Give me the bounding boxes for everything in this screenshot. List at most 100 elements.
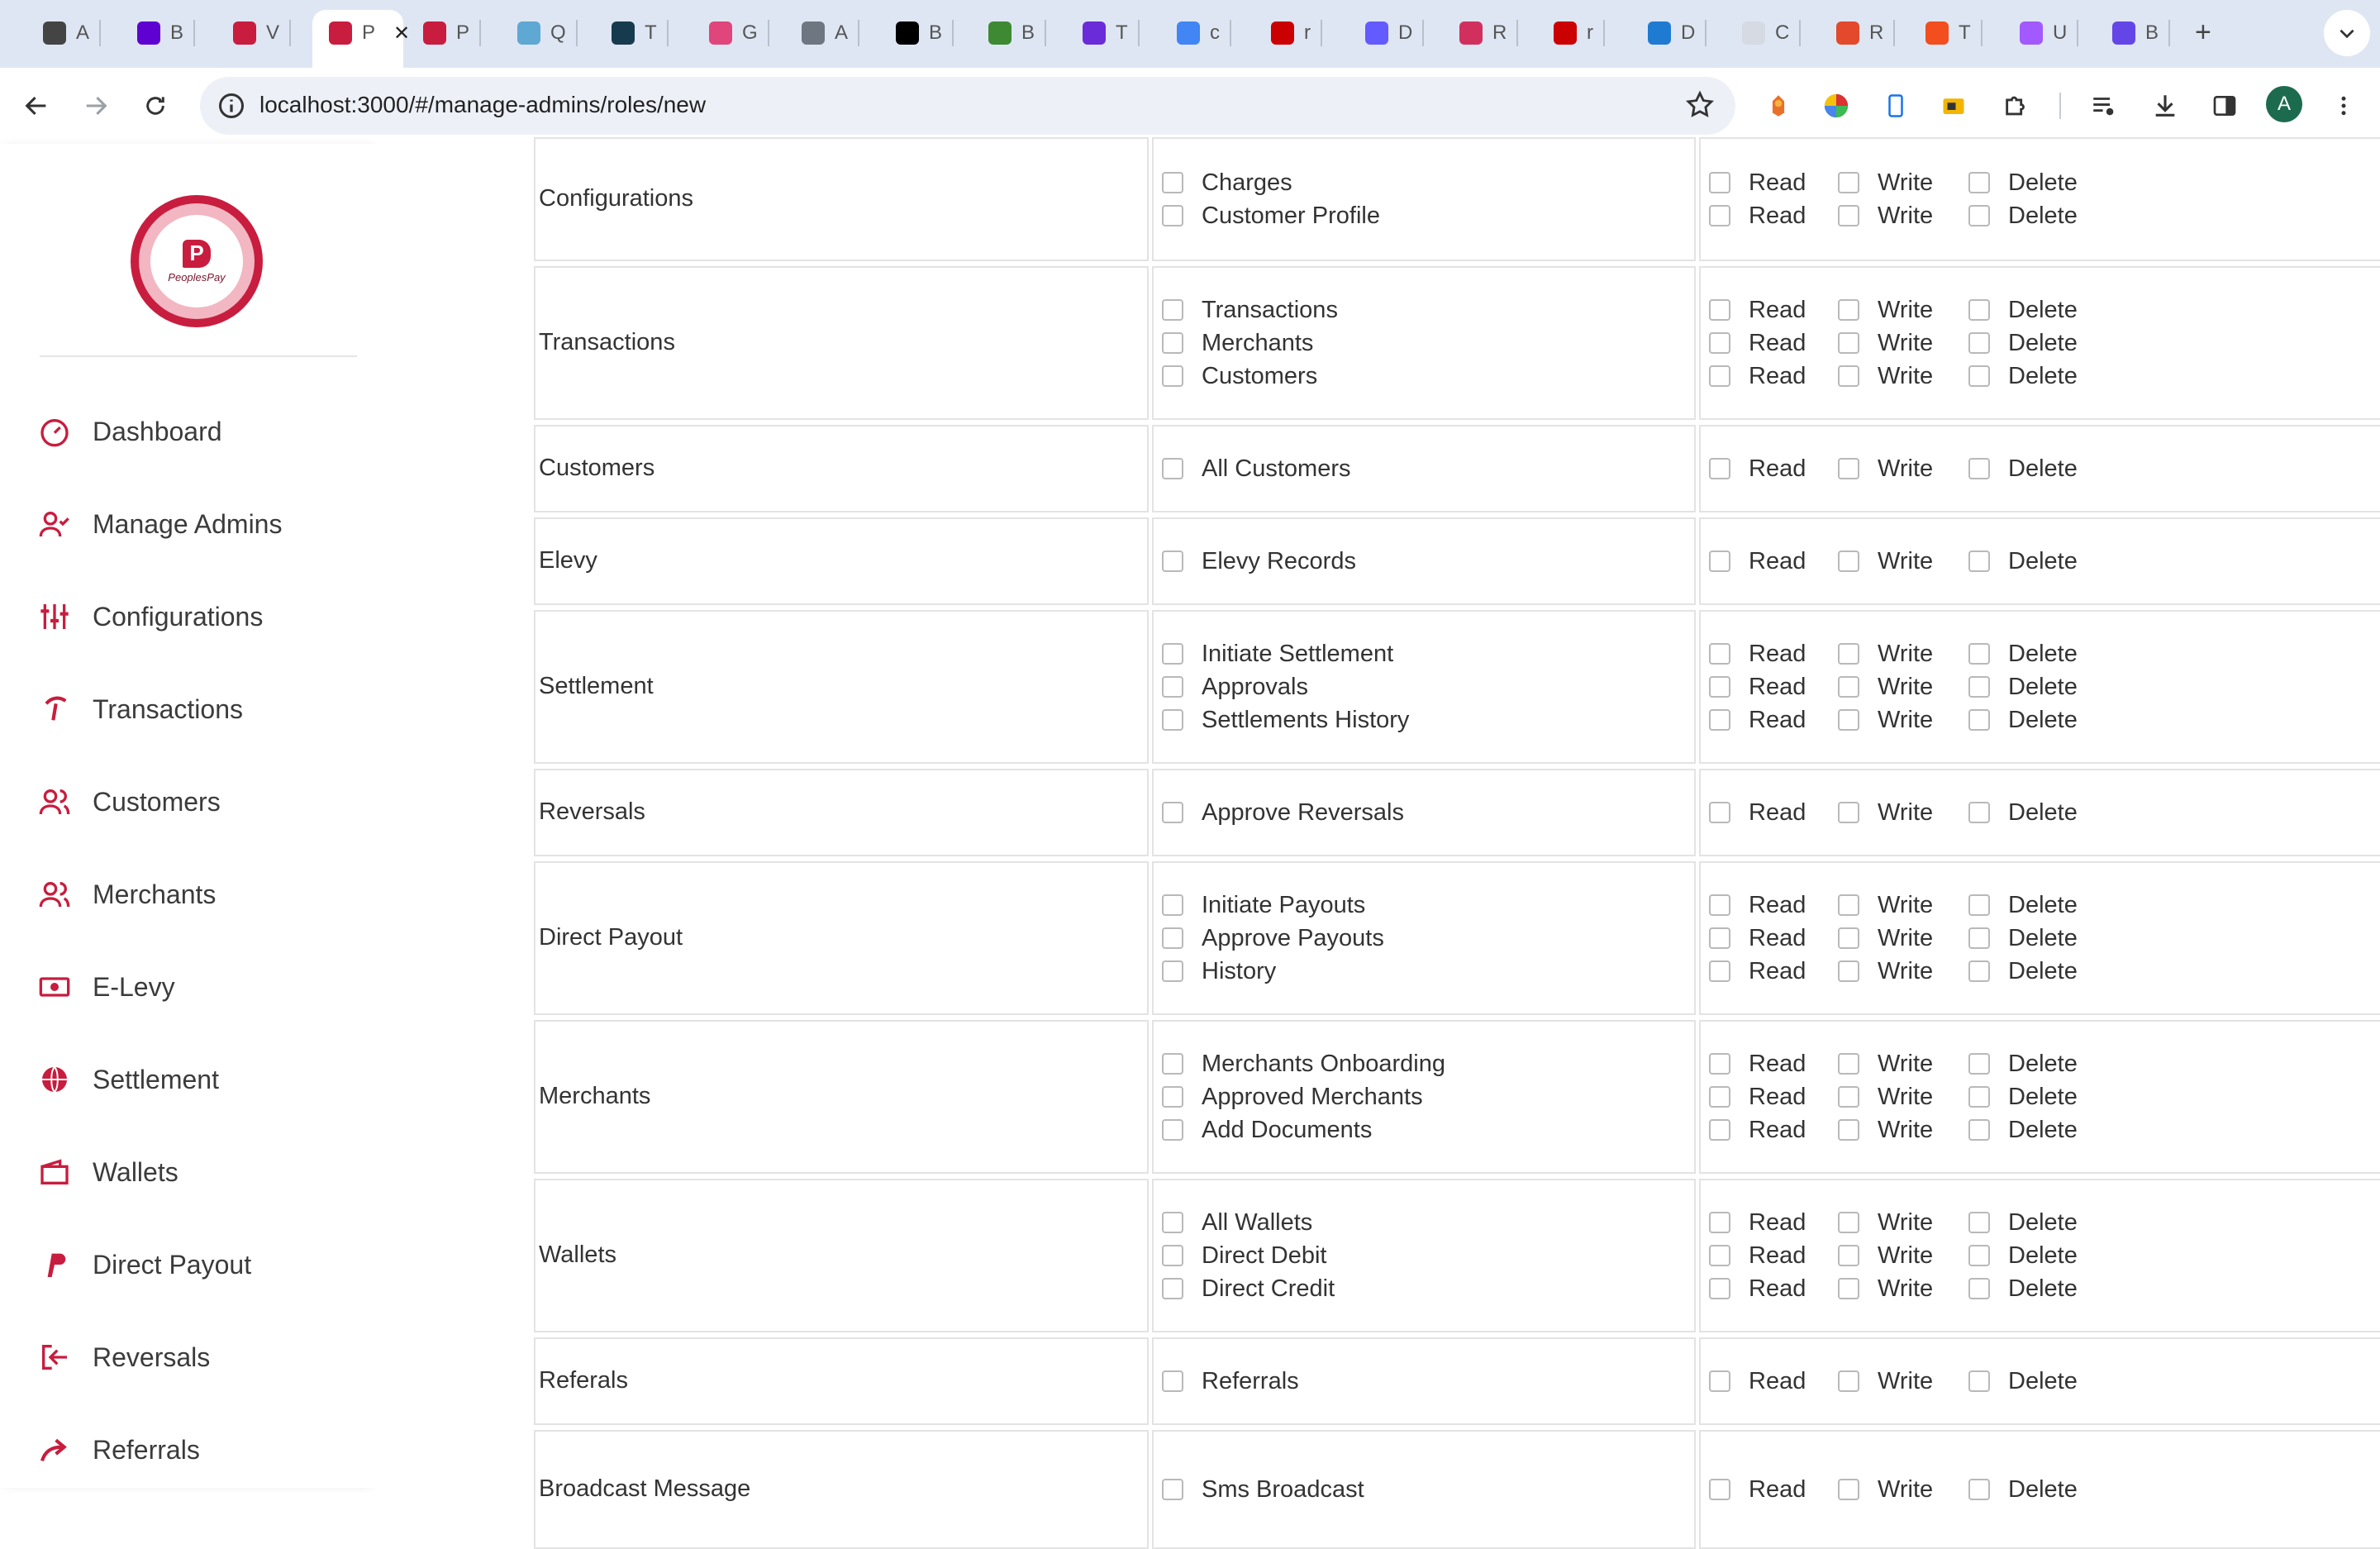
delete-permission-option[interactable]: Delete [1968, 199, 2078, 232]
delete-checkbox[interactable] [1968, 709, 1990, 731]
read-permission-option[interactable]: Read [1709, 1206, 1806, 1239]
delete-checkbox[interactable] [1968, 1245, 1990, 1266]
delete-permission-option[interactable]: Delete [1968, 922, 2078, 955]
submodule-option[interactable]: Customers [1162, 360, 1317, 393]
delete-permission-option[interactable]: Delete [1968, 1080, 2078, 1113]
write-permission-option[interactable]: Write [1838, 670, 1933, 703]
submodule-checkbox[interactable] [1162, 1479, 1183, 1500]
submodule-checkbox[interactable] [1162, 299, 1183, 321]
read-permission-option[interactable]: Read [1709, 670, 1806, 703]
browser-tab[interactable]: P [423, 18, 482, 48]
read-permission-option[interactable]: Read [1709, 637, 1806, 670]
read-checkbox[interactable] [1709, 709, 1730, 731]
read-checkbox[interactable] [1709, 1245, 1730, 1266]
delete-checkbox[interactable] [1968, 676, 1990, 698]
submodule-option[interactable]: Customer Profile [1162, 199, 1380, 232]
write-checkbox[interactable] [1838, 1479, 1859, 1500]
submodule-option[interactable]: History [1162, 955, 1276, 988]
browser-tab[interactable]: U [2020, 18, 2079, 48]
submodule-option[interactable]: Direct Debit [1162, 1239, 1327, 1272]
delete-checkbox[interactable] [1968, 1212, 1990, 1233]
write-checkbox[interactable] [1838, 365, 1859, 387]
submodule-checkbox[interactable] [1162, 458, 1183, 479]
submodule-option[interactable]: Approved Merchants [1162, 1080, 1423, 1113]
write-checkbox[interactable] [1838, 960, 1859, 982]
submodule-option[interactable]: Approvals [1162, 670, 1308, 703]
read-checkbox[interactable] [1709, 1053, 1730, 1075]
delete-permission-option[interactable]: Delete [1968, 1113, 2078, 1146]
browser-tab[interactable]: R [1836, 18, 1896, 48]
write-checkbox[interactable] [1838, 1086, 1859, 1108]
extension-button[interactable] [1816, 86, 1856, 126]
submodule-checkbox[interactable] [1162, 1245, 1183, 1266]
bookmark-star-icon[interactable] [1684, 89, 1716, 121]
write-permission-option[interactable]: Write [1838, 1473, 1933, 1506]
read-checkbox[interactable] [1709, 802, 1730, 823]
write-checkbox[interactable] [1838, 1119, 1859, 1141]
sidebar-item-dashboard[interactable]: Dashboard [38, 407, 222, 456]
extension-button[interactable] [1759, 86, 1798, 126]
delete-checkbox[interactable] [1968, 1086, 1990, 1108]
write-permission-option[interactable]: Write [1838, 1272, 1933, 1305]
submodule-option[interactable]: Settlements History [1162, 703, 1409, 736]
write-checkbox[interactable] [1838, 802, 1859, 823]
read-checkbox[interactable] [1709, 332, 1730, 354]
side-panel-button[interactable] [2205, 86, 2244, 126]
write-permission-option[interactable]: Write [1838, 293, 1933, 326]
browser-tab[interactable]: Q [517, 18, 578, 48]
write-permission-option[interactable]: Write [1838, 922, 1933, 955]
submodule-checkbox[interactable] [1162, 205, 1183, 226]
sidebar-item-configurations[interactable]: Configurations [38, 592, 263, 641]
submodule-option[interactable]: All Customers [1162, 452, 1351, 485]
browser-tab[interactable]: V [233, 18, 292, 48]
close-tab-icon[interactable]: ✕ [393, 21, 410, 45]
address-bar[interactable]: localhost:3000/#/manage-admins/roles/new [200, 77, 1735, 135]
delete-checkbox[interactable] [1968, 960, 1990, 982]
delete-checkbox[interactable] [1968, 332, 1990, 354]
tab-search-button[interactable] [2324, 10, 2370, 56]
submodule-checkbox[interactable] [1162, 802, 1183, 823]
profile-avatar[interactable]: A [2266, 86, 2302, 122]
sidebar-item-direct-payout[interactable]: Direct Payout [38, 1240, 251, 1289]
browser-tab[interactable]: A [43, 18, 102, 48]
delete-checkbox[interactable] [1968, 643, 1990, 665]
submodule-option[interactable]: Approve Reversals [1162, 796, 1404, 829]
delete-checkbox[interactable] [1968, 205, 1990, 226]
delete-permission-option[interactable]: Delete [1968, 293, 2078, 326]
browser-tab[interactable]: r [1271, 18, 1322, 48]
write-permission-option[interactable]: Write [1838, 637, 1933, 670]
delete-checkbox[interactable] [1968, 1278, 1990, 1299]
read-permission-option[interactable]: Read [1709, 1047, 1806, 1080]
new-tab-button[interactable]: + [2195, 17, 2211, 49]
browser-tab[interactable]: T [1925, 18, 1983, 48]
delete-permission-option[interactable]: Delete [1968, 452, 2078, 485]
submodule-checkbox[interactable] [1162, 643, 1183, 665]
write-permission-option[interactable]: Write [1838, 545, 1933, 578]
browser-tab[interactable]: C [1742, 18, 1802, 48]
delete-checkbox[interactable] [1968, 927, 1990, 949]
submodule-option[interactable]: Merchants Onboarding [1162, 1047, 1445, 1080]
browser-tab[interactable]: G [709, 18, 769, 48]
peoplespay-logo[interactable]: P PeoplesPay [131, 195, 263, 327]
read-checkbox[interactable] [1709, 1119, 1730, 1141]
read-permission-option[interactable]: Read [1709, 796, 1806, 829]
extension-button[interactable] [1934, 86, 1973, 126]
write-checkbox[interactable] [1838, 1245, 1859, 1266]
write-checkbox[interactable] [1838, 172, 1859, 193]
submodule-option[interactable]: Initiate Settlement [1162, 637, 1393, 670]
submodule-checkbox[interactable] [1162, 960, 1183, 982]
read-permission-option[interactable]: Read [1709, 166, 1806, 199]
delete-checkbox[interactable] [1968, 172, 1990, 193]
submodule-checkbox[interactable] [1162, 1119, 1183, 1141]
read-permission-option[interactable]: Read [1709, 360, 1806, 393]
read-checkbox[interactable] [1709, 1278, 1730, 1299]
read-permission-option[interactable]: Read [1709, 922, 1806, 955]
write-permission-option[interactable]: Write [1838, 1206, 1933, 1239]
submodule-checkbox[interactable] [1162, 1278, 1183, 1299]
browser-tab[interactable]: T [612, 18, 669, 48]
delete-permission-option[interactable]: Delete [1968, 637, 2078, 670]
write-checkbox[interactable] [1838, 1370, 1859, 1392]
delete-permission-option[interactable]: Delete [1968, 166, 2078, 199]
sidebar-item-reversals[interactable]: Reversals [38, 1332, 210, 1382]
reload-button[interactable] [134, 84, 177, 127]
